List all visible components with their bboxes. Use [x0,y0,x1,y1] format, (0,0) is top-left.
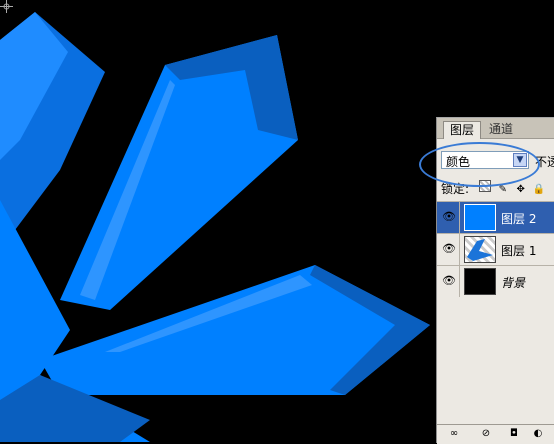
layer-row[interactable]: 👁 图层 2 [437,201,554,233]
highlight-ellipse [419,142,540,187]
layer-style-icon[interactable]: ⊘ [479,427,493,441]
lock-all-icon[interactable]: 🔒 [532,184,544,196]
eye-icon[interactable]: 👁 [441,273,457,289]
link-icon[interactable]: ∞ [447,427,461,441]
eye-icon[interactable]: 👁 [441,209,457,225]
adjustment-icon[interactable]: ◐ [531,427,545,441]
layer-thumbnail [464,204,496,231]
crosshair-cursor-icon [0,0,13,13]
divider [459,266,460,297]
layer-name[interactable]: 背景 [501,274,525,291]
mask-icon[interactable]: ◘ [507,427,521,441]
layer-name[interactable]: 图层 2 [501,210,536,227]
tab-layers[interactable]: 图层 [443,121,482,139]
layer-thumbnail [464,236,496,263]
lock-move-icon[interactable]: ✥ [515,184,527,196]
divider [459,234,460,265]
layer-row[interactable]: 👁 图层 1 [437,233,554,265]
divider [459,202,460,233]
eye-icon[interactable]: 👁 [441,241,457,257]
layers-bottom-bar: ∞ ⊘ ◘ ◐ [437,424,554,444]
layer-thumbnail [464,268,496,295]
tab-channels[interactable]: 通道 [483,121,519,138]
layer-name[interactable]: 图层 1 [501,242,536,259]
panel-tabs: 图层 通道 [437,118,554,139]
layer-row[interactable]: 👁 背景 [437,265,554,297]
